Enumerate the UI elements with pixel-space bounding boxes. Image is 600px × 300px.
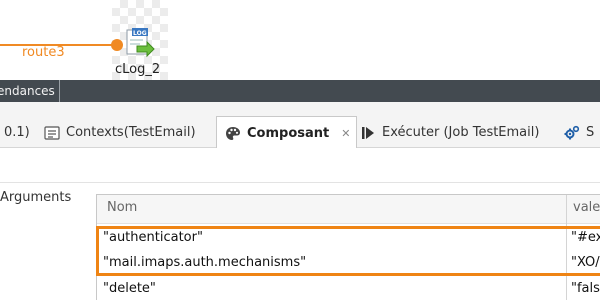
divider [0,182,600,183]
component-panel: Arguments Nom vale "authenticator" "#ex … [0,148,600,300]
arguments-label: Arguments [0,190,72,205]
table-header: Nom vale [97,195,600,224]
run-icon [362,126,374,139]
palette-icon [226,126,240,140]
route-connection-endpoint[interactable] [111,39,123,51]
log-icon[interactable]: LOG [125,28,155,58]
component-label[interactable]: cLog_2 [115,62,160,77]
column-header-valeur[interactable]: vale [573,200,600,215]
tab-job-version-label: 0.1) [4,125,30,140]
tab-composant-label: Composant [247,126,330,141]
contexts-icon [44,125,60,140]
designer-canvas[interactable]: route3 LOG cLog_2 [0,0,600,80]
tab-contexts[interactable]: Contexts(TestEmail) [44,117,196,148]
tab-bar: 0.1) Contexts(TestEmail) Composant ✕ Exé… [0,102,600,150]
tab-job-version[interactable]: 0.1) [4,117,30,148]
svg-text:LOG: LOG [133,30,147,37]
highlight-box [96,226,600,276]
route-label: route3 [22,45,65,60]
tab-executer[interactable]: Exécuter (Job TestEmail) [360,117,539,148]
tab-settings[interactable]: S [564,117,594,148]
dependencies-tab[interactable]: endances [0,80,60,102]
tab-settings-label: S [586,125,595,140]
cell-name[interactable]: "delete" [103,281,156,296]
gears-icon [564,125,580,139]
view-tab-strip: endances [0,80,600,102]
cell-value[interactable]: "fals [571,281,600,296]
tab-contexts-label: Contexts(TestEmail) [66,125,196,140]
column-header-nom[interactable]: Nom [107,200,137,215]
dependencies-tab-label: endances [0,84,55,98]
tab-executer-label: Exécuter (Job TestEmail) [382,125,540,140]
close-icon[interactable]: ✕ [341,127,350,140]
tab-composant[interactable]: Composant ✕ [216,116,358,150]
